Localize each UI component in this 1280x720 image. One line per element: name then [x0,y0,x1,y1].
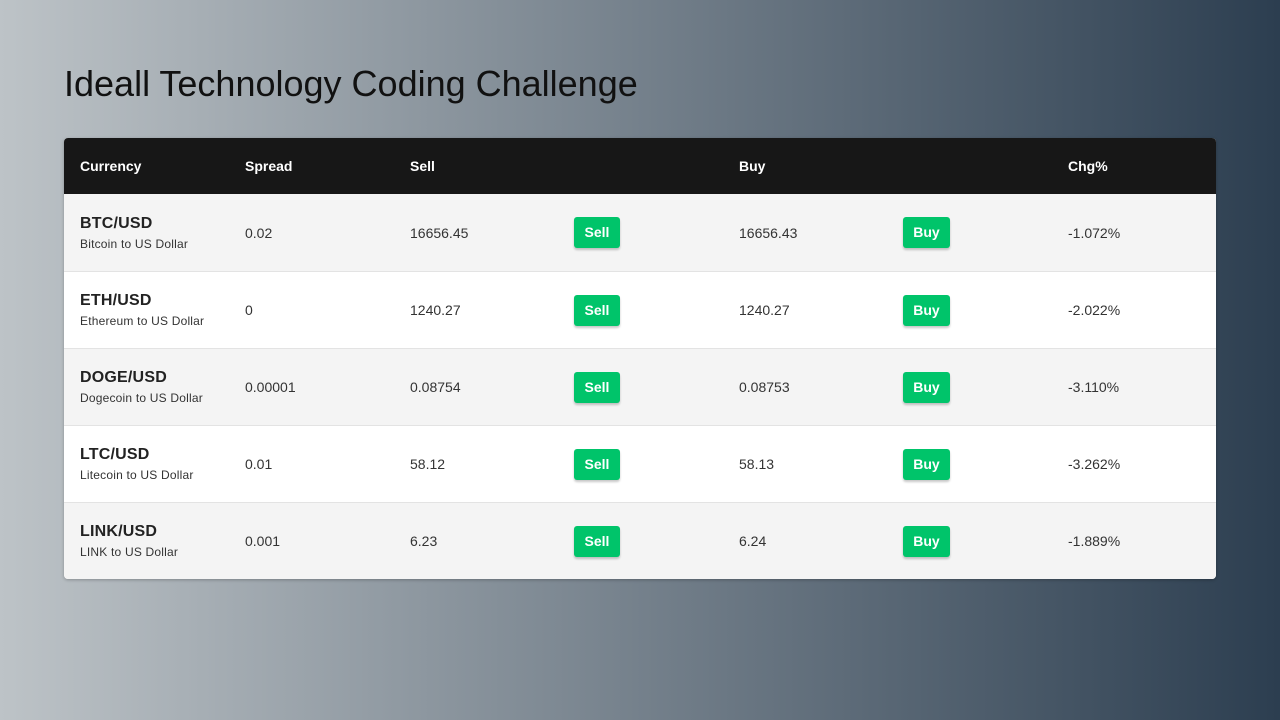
change-percent: -1.889% [1068,533,1121,549]
buy-button[interactable]: Buy [903,217,950,248]
currency-cell: BTC/USD Bitcoin to US Dollar [64,214,229,252]
buy-action-cell: Buy [887,371,1052,403]
sell-price: 6.23 [410,533,438,549]
spread-value: 0.001 [245,533,281,549]
sell-action-cell: Sell [558,371,723,403]
currency-pair: ETH/USD [80,292,152,309]
table-row: LTC/USD Litecoin to US Dollar 0.01 58.12… [64,425,1216,502]
spread-value: 0.02 [245,224,273,241]
table-row: DOGE/USD Dogecoin to US Dollar 0.00001 0… [64,348,1216,425]
header-buy: Buy [739,158,766,174]
currency-cell: LTC/USD Litecoin to US Dollar [64,445,229,483]
sell-action-cell: Sell [558,217,723,248]
header-chg: Chg% [1068,158,1108,174]
currency-pair: DOGE/USD [80,369,167,386]
spread-value: 0.00001 [245,379,296,395]
currency-cell: LINK/USD LINK to US Dollar [64,522,229,560]
change-percent: -3.262% [1068,456,1121,472]
sell-button[interactable]: Sell [574,525,620,557]
change-percent: -3.110% [1068,379,1120,395]
table-row: BTC/USD Bitcoin to US Dollar 0.02 16656.… [64,194,1216,271]
currency-description: Ethereum to US Dollar [80,314,205,328]
buy-button[interactable]: Buy [903,294,950,326]
currency-cell: ETH/USD Ethereum to US Dollar [64,291,229,329]
currency-description: Litecoin to US Dollar [80,468,194,482]
buy-price: 58.13 [739,456,775,472]
header-spread: Spread [245,158,293,174]
sell-action-cell: Sell [558,448,723,480]
currency-pair: BTC/USD [80,214,153,232]
buy-price: 16656.43 [739,224,798,241]
currency-pair: LTC/USD [80,446,150,463]
currency-description: Dogecoin to US Dollar [80,391,203,405]
header-sell: Sell [410,158,435,174]
buy-action-cell: Buy [887,217,1052,248]
sell-price: 0.08754 [410,379,461,395]
buy-button[interactable]: Buy [903,371,950,403]
sell-price: 1240.27 [410,302,461,318]
buy-price: 0.08753 [739,379,790,395]
table-row: LINK/USD LINK to US Dollar 0.001 6.23 Se… [64,502,1216,579]
sell-button[interactable]: Sell [574,217,620,248]
buy-button[interactable]: Buy [903,525,950,557]
sell-price: 58.12 [410,456,446,472]
currency-table: Currency Spread Sell Buy Chg% BTC/USD Bi… [64,138,1216,579]
change-percent: -2.022% [1068,302,1121,318]
buy-price: 6.24 [739,533,767,549]
sell-action-cell: Sell [558,525,723,557]
header-currency: Currency [80,158,142,174]
sell-button[interactable]: Sell [574,448,620,480]
change-percent: -1.072% [1068,224,1121,241]
page-title: Ideall Technology Coding Challenge [64,63,638,104]
table-body: BTC/USD Bitcoin to US Dollar 0.02 16656.… [64,194,1216,579]
buy-action-cell: Buy [887,448,1052,480]
currency-pair: LINK/USD [80,523,158,540]
sell-button[interactable]: Sell [574,294,620,326]
buy-action-cell: Buy [887,525,1052,557]
table-row: ETH/USD Ethereum to US Dollar 0 1240.27 … [64,271,1216,348]
table-header-row: Currency Spread Sell Buy Chg% [64,138,1216,194]
currency-description: LINK to US Dollar [80,545,179,559]
sell-button[interactable]: Sell [574,371,620,403]
sell-price: 16656.45 [410,224,469,241]
spread-value: 0 [245,302,253,318]
buy-action-cell: Buy [887,294,1052,326]
currency-description: Bitcoin to US Dollar [80,236,189,251]
currency-cell: DOGE/USD Dogecoin to US Dollar [64,368,229,406]
buy-button[interactable]: Buy [903,448,950,480]
sell-action-cell: Sell [558,294,723,326]
spread-value: 0.01 [245,456,273,472]
buy-price: 1240.27 [739,302,790,318]
